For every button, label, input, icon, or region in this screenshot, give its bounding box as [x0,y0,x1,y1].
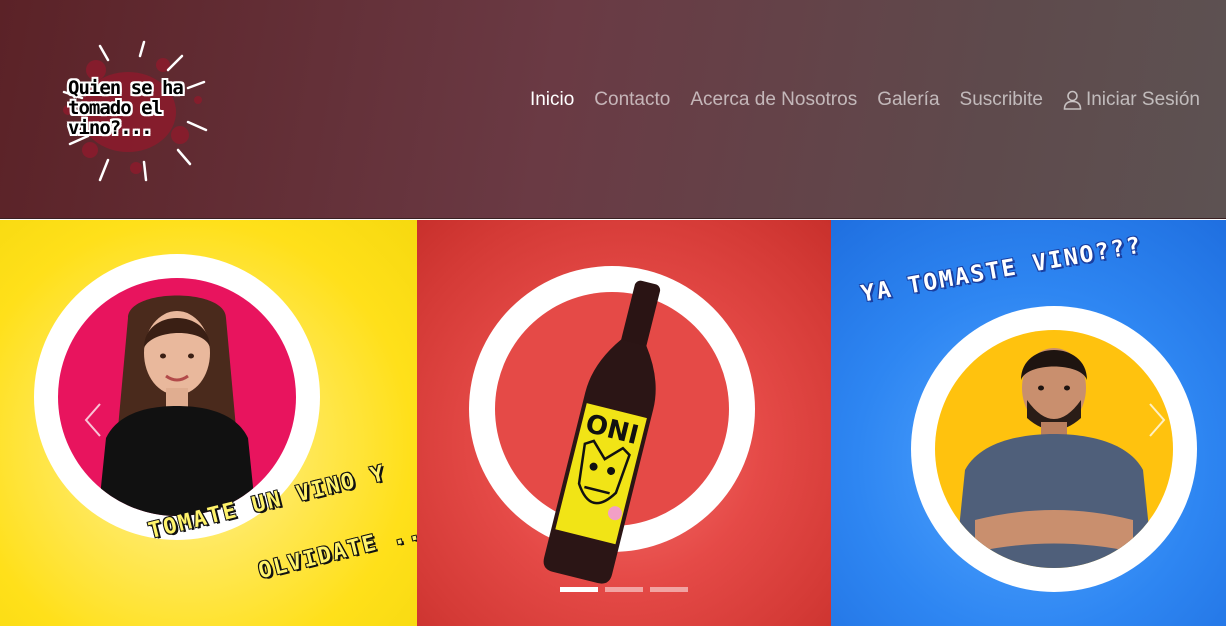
site-header: Quien se ha tomado el vino?... Inicio Co… [0,0,1226,219]
man-portrait-icon [955,348,1153,568]
login-label: Iniciar Sesión [1085,89,1200,110]
nav-item-inicio[interactable]: Inicio [530,89,574,111]
woman-photo [58,278,296,516]
carousel-indicator-3[interactable] [650,587,688,592]
carousel-indicator-1[interactable] [560,587,598,592]
logo-line-2: tomado el [68,97,163,119]
slide-1-caption-line-2: OLVIDATE ... [256,515,417,585]
photo-ring [911,306,1197,592]
carousel-prev-button[interactable] [80,400,110,440]
user-icon [1063,90,1082,110]
nav-item-contacto[interactable]: Contacto [594,89,670,111]
carousel-slide-2: ONI [417,220,831,626]
carousel-next-button[interactable] [1140,400,1170,440]
slide-3-caption: YA TOMASTE VINO??? [859,232,1145,308]
carousel-indicators [560,587,695,592]
nav-item-suscribite[interactable]: Suscribite [960,89,1043,111]
carousel-indicator-2[interactable] [605,587,643,592]
logo-line-3: vino?... [68,117,153,139]
site-logo[interactable]: Quien se ha tomado el vino?... [48,40,218,190]
logo-text: Quien se ha tomado el vino?... [68,78,218,138]
nav-item-login[interactable]: Iniciar Sesión [1063,89,1200,111]
man-photo [935,330,1173,568]
chevron-left-icon [84,403,101,437]
logo-line-1: Quien se ha [68,77,184,99]
hero-carousel: TOMATE UN VINO Y OLVIDATE ... ONI YA TOM… [0,220,1226,626]
nav-item-galeria[interactable]: Galería [877,89,939,111]
chevron-right-icon [1149,403,1166,437]
woman-portrait-icon [98,295,256,516]
wine-bottle-icon: ONI [543,280,661,584]
nav-item-acerca[interactable]: Acerca de Nosotros [690,89,857,111]
main-nav: Inicio Contacto Acerca de Nosotros Galer… [510,89,1200,111]
carousel-slide-1: TOMATE UN VINO Y OLVIDATE ... [0,220,417,626]
